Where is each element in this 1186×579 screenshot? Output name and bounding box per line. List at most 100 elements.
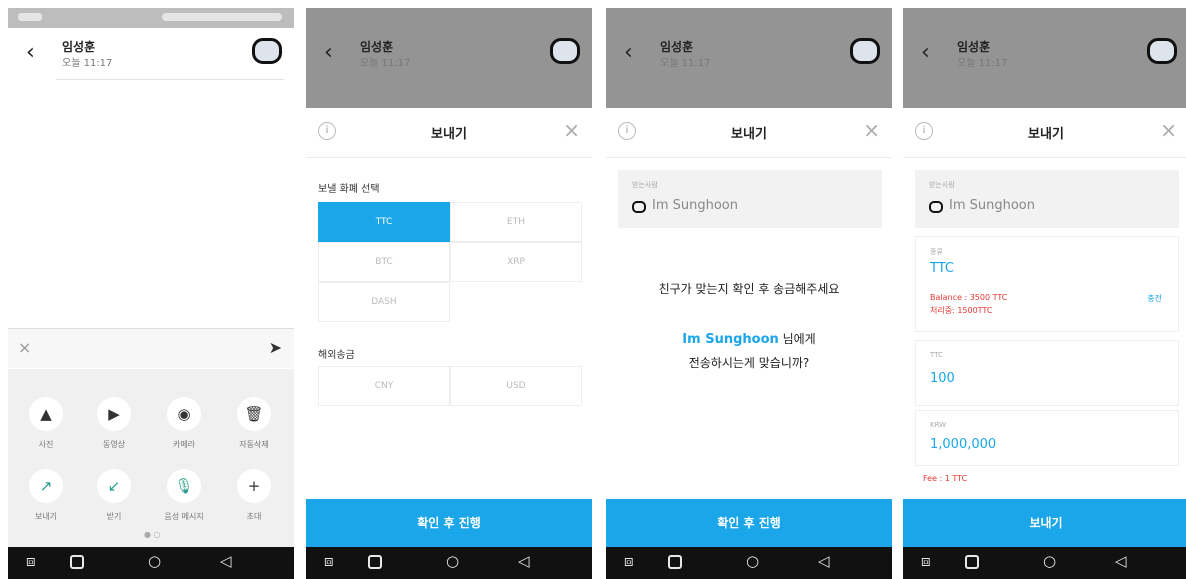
overseas-option-cny[interactable]: CNY	[318, 366, 450, 406]
close-icon[interactable]: ×	[863, 118, 880, 142]
camera-icon: ◉	[167, 397, 201, 431]
square-home-icon[interactable]	[368, 555, 382, 569]
highlight-name: Im Sunghoon	[682, 332, 779, 347]
recent-apps-icon[interactable]: ⧈	[921, 552, 931, 570]
square-home-icon[interactable]	[668, 555, 682, 569]
send-icon[interactable]: ➤	[269, 338, 282, 357]
send-button[interactable]: 보내기	[903, 499, 1186, 547]
trash-icon: 🗑	[237, 397, 271, 431]
confirm-question-line1: Im Sunghoon 님에게	[606, 330, 892, 347]
attachment-tray: ▲ 사진 ▶ 동영상 ◉ 카메라 🗑 자동삭제 ↗ 보내기 ↙ 받기 🎙 음성 메시지 + 초대	[8, 369, 294, 547]
ttc-amount-card[interactable]: TTC 100	[915, 340, 1179, 406]
sheet-header: i 보내기 ×	[903, 108, 1186, 158]
circle-home-icon[interactable]: ○	[446, 552, 459, 570]
avatar-icon[interactable]	[550, 38, 580, 64]
confirm-instruction: 친구가 맞는지 확인 후 송금해주세요	[658, 282, 840, 296]
overseas-section-label: 해외송금	[318, 350, 355, 361]
tray-item-camera[interactable]: ◉ 카메라	[154, 397, 214, 459]
last-seen-time: 오늘 11:17	[62, 58, 113, 69]
tray-label: 사진	[38, 440, 54, 449]
triangle-back-icon[interactable]: ◁	[220, 552, 232, 570]
triangle-back-icon[interactable]: ◁	[818, 552, 830, 570]
fee-text: Fee : 1 TTC	[923, 474, 968, 483]
contact-name: 임성훈	[360, 40, 394, 54]
confirm-proceed-button[interactable]: 확인 후 진행	[606, 499, 892, 547]
tray-item-video[interactable]: ▶ 동영상	[84, 397, 144, 459]
recent-apps-icon[interactable]: ⧈	[624, 552, 634, 570]
tray-label: 동영상	[102, 440, 126, 449]
recipient-name: Im Sunghoon	[652, 198, 738, 213]
tray-item-receive[interactable]: ↙ 받기	[84, 469, 144, 531]
sheet-title: 보내기	[431, 127, 467, 142]
close-icon[interactable]: ×	[563, 118, 580, 142]
screen-send-amount: ‹ 임성훈 오늘 11:17 i 보내기 × 받는사람 Im Sunghoon …	[903, 8, 1186, 579]
back-icon[interactable]: ‹	[624, 40, 633, 65]
status-icons	[162, 13, 282, 21]
sheet-header: i 보내기 ×	[606, 108, 892, 158]
currency-option-btc[interactable]: BTC	[318, 242, 450, 282]
avatar-icon	[632, 201, 646, 213]
screen-chat-attachments: ‹ 임성훈 오늘 11:17 × ➤ ▲ 사진 ▶ 동영상 ◉ 카메라 🗑 자동삭제 ↗…	[8, 8, 294, 579]
receive-arrow-icon: ↙	[97, 469, 131, 503]
currency-option-eth[interactable]: ETH	[450, 202, 582, 242]
recent-apps-icon[interactable]: ⧈	[26, 552, 36, 570]
tray-item-photo[interactable]: ▲ 사진	[16, 397, 76, 459]
tray-label: 음성 메시지	[164, 512, 204, 521]
last-seen-time: 오늘 11:17	[660, 58, 711, 69]
overseas-option-usd[interactable]: USD	[450, 366, 582, 406]
tray-item-invite[interactable]: + 초대	[224, 469, 284, 531]
triangle-back-icon[interactable]: ◁	[518, 552, 530, 570]
screen-send-currency: ‹ 임성훈 오늘 11:17 i 보내기 × 보낼 화폐 선택 TTC ETH …	[306, 8, 592, 579]
contact-name: 임성훈	[957, 40, 991, 54]
android-nav-bar: ⧈ ○ ◁	[606, 547, 892, 579]
circle-home-icon[interactable]: ○	[148, 552, 161, 570]
confirm-question-line2: 전송하시는게 맞습니까?	[688, 356, 810, 370]
tray-item-auto-delete[interactable]: 🗑 자동삭제	[224, 397, 284, 459]
carrier-label	[18, 13, 42, 21]
ttc-amount-value: 100	[930, 371, 955, 386]
square-home-icon[interactable]	[70, 555, 84, 569]
krw-amount-value: 1,000,000	[930, 437, 997, 452]
circle-home-icon[interactable]: ○	[746, 552, 759, 570]
krw-amount-card[interactable]: KRW 1,000,000	[915, 410, 1179, 466]
square-home-icon[interactable]	[965, 555, 979, 569]
message-input[interactable]	[42, 335, 252, 363]
tray-label: 받기	[106, 512, 122, 521]
confirm-proceed-button[interactable]: 확인 후 진행	[306, 499, 592, 547]
triangle-back-icon[interactable]: ◁	[1115, 552, 1127, 570]
pending-text: 처리중: 1500TTC	[930, 306, 993, 315]
tray-item-send[interactable]: ↗ 보내기	[16, 469, 76, 531]
currency-option-xrp[interactable]: XRP	[450, 242, 582, 282]
avatar-icon[interactable]	[850, 38, 880, 64]
back-icon[interactable]: ‹	[26, 40, 35, 65]
page-indicator: ● ○	[144, 530, 161, 539]
recent-apps-icon[interactable]: ⧈	[324, 552, 334, 570]
tray-label: 보내기	[34, 512, 58, 521]
circle-home-icon[interactable]: ○	[1043, 552, 1056, 570]
android-nav-bar: ⧈ ○ ◁	[306, 547, 592, 579]
screen-send-confirm: ‹ 임성훈 오늘 11:17 i 보내기 × 받는사람 Im Sunghoon …	[606, 8, 892, 579]
back-icon[interactable]: ‹	[921, 40, 930, 65]
contact-name: 임성훈	[62, 40, 96, 54]
recipient-caption: 받는사람	[929, 181, 955, 189]
currency-option-dash[interactable]: DASH	[318, 282, 450, 322]
chat-header: ‹ 임성훈 오늘 11:17	[306, 28, 592, 80]
message-composer: × ➤	[8, 328, 294, 368]
back-icon[interactable]: ‹	[324, 40, 333, 65]
android-nav-bar: ⧈ ○ ◁	[8, 547, 294, 579]
avatar-icon[interactable]	[252, 38, 282, 64]
close-icon[interactable]: ×	[1160, 118, 1177, 142]
sheet-header: i 보내기 ×	[306, 108, 592, 158]
close-icon[interactable]: ×	[18, 338, 31, 357]
tray-item-voice-message[interactable]: 🎙 음성 메시지	[154, 469, 214, 531]
android-nav-bar: ⧈ ○ ◁	[903, 547, 1186, 579]
coin-caption: 종류	[930, 248, 943, 256]
charge-link[interactable]: 충전	[1147, 293, 1162, 304]
coin-card: 종류 TTC Balance : 3500 TTC 처리중: 1500TTC 충…	[915, 236, 1179, 332]
chat-header: ‹ 임성훈 오늘 11:17	[903, 28, 1186, 80]
currency-option-ttc[interactable]: TTC	[318, 202, 450, 242]
ttc-caption: TTC	[930, 351, 943, 359]
avatar-icon[interactable]	[1147, 38, 1177, 64]
header-divider	[56, 79, 284, 80]
tray-label: 카메라	[172, 440, 196, 449]
